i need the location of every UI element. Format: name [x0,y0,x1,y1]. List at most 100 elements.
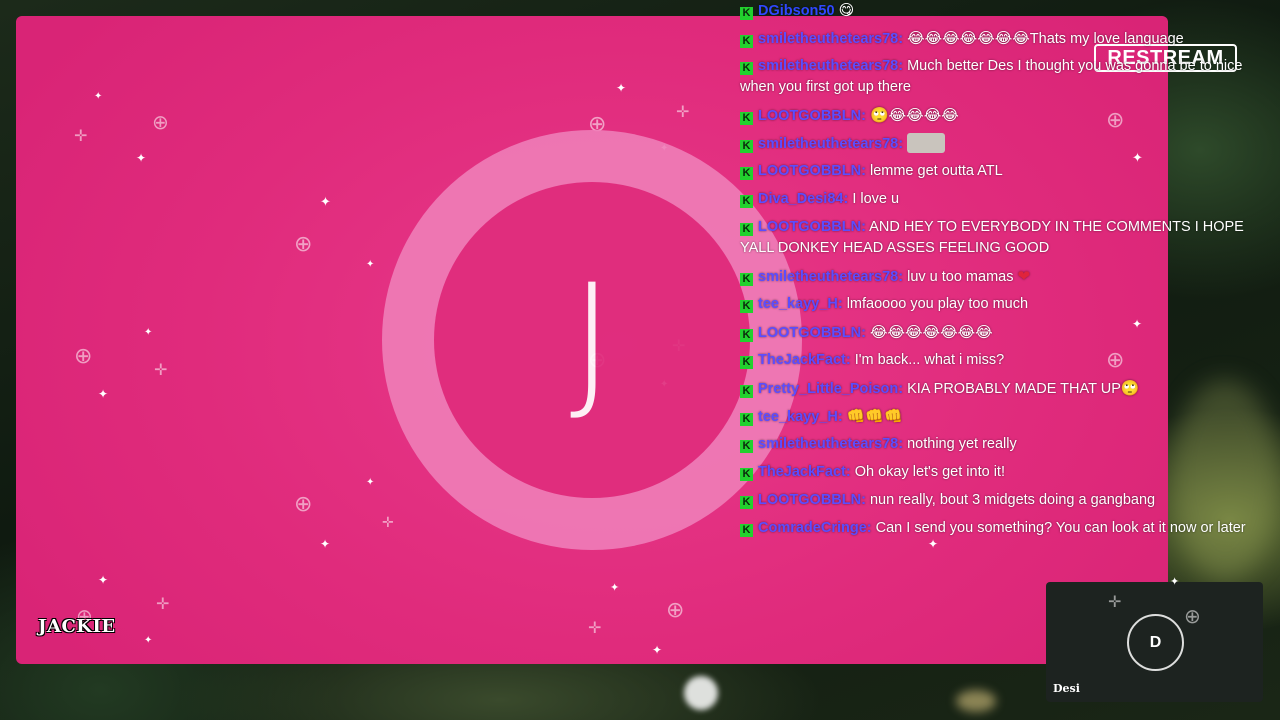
sparkle-icon: ✛ [382,515,394,531]
sparkle-icon: ⊕ [152,110,169,134]
sparkle-icon: ✦ [320,195,331,210]
chat-username[interactable]: smiletheuthetears78: [758,58,903,74]
chat-text: I'm back... what i miss? [854,352,1005,368]
sparkle-icon: ✦ [320,537,331,551]
chat-text: Thats my love language [1029,31,1184,47]
chat-text: KIA PROBABLY MADE THAT UP [907,381,1121,397]
chat-username[interactable]: Diva_Desi84: [758,191,848,207]
kick-icon: K [740,62,753,75]
chat-username[interactable]: LOOTGOBBLN: [758,325,866,341]
participant-tile[interactable]: ✛ ⊕ ✦ D Desi [1046,576,1263,702]
chat-username[interactable]: ComradeCringe: [758,520,872,536]
sparkle-icon: ✛ [676,102,690,121]
kick-icon: K [740,7,753,20]
chat-username[interactable]: smiletheuthetears78: [758,31,903,47]
heart-icon: ❤ [1017,267,1031,285]
chat-username[interactable]: tee_kayy_H: [758,296,843,312]
chat-message: K Pretty_Little_Poison: KIA PROBABLY MADE… [740,378,1270,400]
kick-icon: K [740,140,753,153]
sparkle-icon: ✛ [1108,592,1122,611]
sparkle-icon: ✦ [366,477,375,488]
chat-emoji: 😋 [838,1,855,19]
sparkle-icon: ✛ [156,594,170,613]
chat-message: K LOOTGOBBLN: nun really, bout 3 midgets … [740,490,1270,511]
kick-icon: K [740,356,753,369]
chat-username[interactable]: tee_kayy_H: [758,409,843,425]
sparkle-icon: ✛ [154,360,168,379]
chat-text: lemme get outta ATL [869,163,1003,179]
chat-message: Ktee_kayy_H: 👊👊👊 [740,406,1270,428]
chat-message: Ktee_kayy_H: lmfaoooo you play too much [740,294,1270,315]
sparkle-icon: ✛ [588,618,602,637]
chat-username[interactable]: LOOTGOBBLN: [758,108,866,124]
chat-message: K TheJackFact: I'm back... what i miss? [740,350,1270,371]
sparkle-icon: ✦ [616,81,627,95]
speaker-avatar: J [434,182,750,498]
chat-text: Can I send you something? You can look a… [875,520,1246,536]
chat-message: K LOOTGOBBLN: 🙄😂😂😂😂 [740,105,1270,127]
sparkle-icon: ✛ [74,126,88,145]
chat-message: K DGibson50 😋 [740,0,1270,22]
sparkle-icon: ✦ [144,327,153,338]
chat-message: Ksmiletheuthetears78: luv u too mamas ❤ [740,266,1270,288]
chat-emoji: 😂😂😂😂😂😂😂 [869,323,993,341]
chat-username[interactable]: smiletheuthetears78: [758,269,903,285]
chat-username[interactable]: smiletheuthetears78: [758,136,903,152]
sparkle-icon: ✦ [98,387,109,401]
kick-icon: K [740,440,753,453]
kick-icon: K [740,496,753,509]
chat-message: K ComradeCringe: Can I send you something… [740,518,1270,539]
sparkle-icon: ✦ [98,573,109,587]
chat-message: K LOOTGOBBLN: lemme get outta ATL [740,161,1270,182]
chat-message: K TheJackFact: Oh okay let's get into it! [740,462,1270,483]
chat-emoji: 😂😂😂😂😂😂😂 [907,29,1030,47]
kick-icon: K [740,273,753,286]
chat-text: nothing yet really [907,436,1017,452]
chat-message: K LOOTGOBBLN: 😂😂😂😂😂😂😂 [740,322,1270,344]
participant-avatar: D [1127,614,1184,671]
sparkle-icon: ⊕ [666,598,685,623]
chat-username[interactable]: smiletheuthetears78: [758,436,903,452]
background-bokeh [956,690,996,712]
sparkle-icon: ⊕ [74,344,93,369]
background-bokeh [684,676,718,710]
speaker-avatar-letter: J [569,253,615,427]
sparkle-icon: ✦ [366,259,375,270]
sparkle-icon: ✦ [928,537,939,551]
speaker-avatar-ring: J [382,130,802,550]
sparkle-icon: ⊕ [294,232,313,257]
sparkle-icon: ✦ [610,581,620,594]
image-emote [907,133,946,153]
chat-username[interactable]: LOOTGOBBLN: [758,219,866,235]
chat-message: Ksmiletheuthetears78: [740,133,1270,155]
participant-name: Desi [1053,682,1080,695]
kick-icon: K [740,524,753,537]
sparkle-icon: ✦ [144,635,153,646]
sparkle-icon: ✦ [652,643,663,657]
chat-username[interactable]: TheJackFact: [758,352,851,368]
kick-icon: K [740,300,753,313]
sparkle-icon: ✦ [136,151,147,165]
chat-username[interactable]: Pretty_Little_Poison: [758,381,903,397]
sparkle-icon: ⊕ [294,492,313,517]
kick-icon: K [740,112,753,125]
chat-text: nun really, bout 3 midgets doing a gangb… [869,492,1156,508]
chat-message: K Diva_Desi84: I love u [740,189,1270,210]
chat-username[interactable]: DGibson50 [758,3,835,19]
chat-emoji: 🙄 [1120,379,1140,397]
kick-icon: K [740,167,753,180]
chat-text: luv u too mamas [907,269,1014,285]
chat-username[interactable]: LOOTGOBBLN: [758,163,866,179]
kick-icon: K [740,385,753,398]
kick-icon: K [740,35,753,48]
chat-username[interactable]: TheJackFact: [758,464,851,480]
chat-message: Ksmiletheuthetears78: Much better Des I … [740,56,1270,98]
chat-message: Ksmiletheuthetears78: 😂😂😂😂😂😂😂Thats my lo… [740,28,1270,50]
kick-icon: K [740,413,753,426]
chat-text: I love u [852,191,900,207]
chat-text: Oh okay let's get into it! [854,464,1005,480]
kick-icon: K [740,195,753,208]
chat-message: K LOOTGOBBLN: AND HEY TO EVERYBODY IN THE… [740,217,1270,259]
sparkle-icon: ✦ [1170,575,1180,588]
chat-username[interactable]: LOOTGOBBLN: [758,492,866,508]
